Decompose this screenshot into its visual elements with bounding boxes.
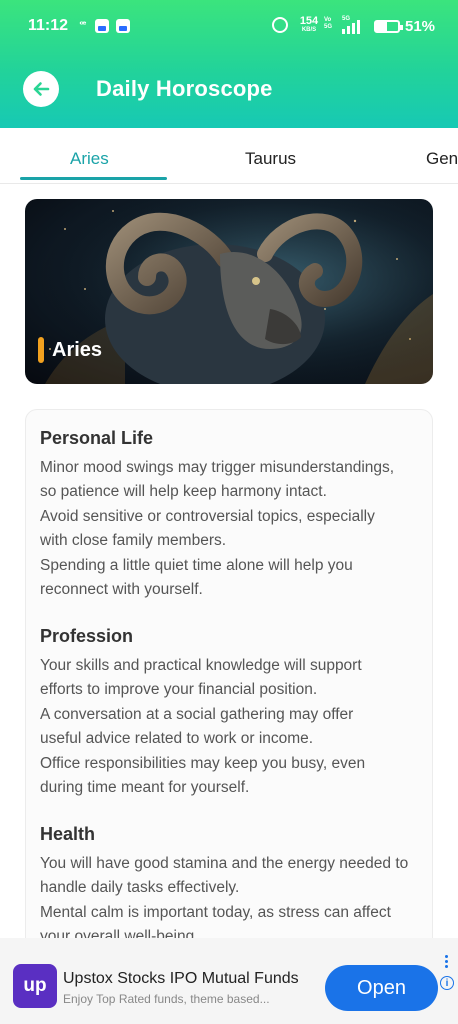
section-health: Health You will have good stamina and th… xyxy=(40,823,426,950)
aries-hero-card: Aries xyxy=(25,199,433,384)
volte-icon: Vo 5G xyxy=(324,17,333,30)
section-body: You will have good stamina and the energ… xyxy=(40,852,426,950)
section-body: Your skills and practical knowledge will… xyxy=(40,654,426,800)
body-line: during time meant for yourself. xyxy=(40,779,250,797)
tab-taurus[interactable]: Taurus xyxy=(245,149,296,169)
body-line: Mental calm is important today, as stres… xyxy=(40,903,391,921)
ad-open-button[interactable]: Open xyxy=(325,965,438,1011)
page-title: Daily Horoscope xyxy=(96,76,273,101)
body-line: Your skills and practical knowledge will… xyxy=(40,657,362,674)
ad-app-logo[interactable]: up xyxy=(13,964,57,1008)
network-speed-unit: KB/S xyxy=(301,27,317,33)
section-title: Profession xyxy=(40,626,134,646)
hero-sign-name: Aries xyxy=(52,338,103,361)
network-speed-value: 154 xyxy=(299,15,319,27)
section-personal-life: Personal Life Minor mood swings may trig… xyxy=(40,427,426,602)
app-notification-icon xyxy=(95,19,109,33)
section-title: Personal Life xyxy=(40,428,154,448)
body-line: with close family members. xyxy=(40,532,227,550)
ad-menu-icon[interactable] xyxy=(445,955,449,970)
section-profession: Profession Your skills and practical kno… xyxy=(40,625,426,800)
info-icon[interactable]: i xyxy=(440,976,454,990)
horoscope-card: Personal Life Minor mood swings may trig… xyxy=(25,409,433,969)
body-line: efforts to improve your financial positi… xyxy=(40,681,318,699)
back-button[interactable] xyxy=(23,71,59,107)
body-line: You will have good stamina and the energ… xyxy=(40,855,409,872)
status-time: 11:12 xyxy=(28,17,69,34)
zodiac-tabs: Aries Taurus Gen xyxy=(0,128,458,184)
body-line: handle daily tasks effectively. xyxy=(40,879,240,897)
body-line: Spending a little quiet time alone will … xyxy=(40,556,353,574)
hero-label: Aries xyxy=(38,337,102,363)
body-line: Avoid sensitive or controversial topics,… xyxy=(40,507,375,525)
body-line: useful advice related to work or income. xyxy=(40,730,314,748)
tab-gemini[interactable]: Gen xyxy=(426,149,458,169)
tab-aries[interactable]: Aries xyxy=(70,149,109,169)
app-notification-icon xyxy=(116,19,130,33)
battery-percent: 51% xyxy=(405,18,436,35)
alarm-icon xyxy=(272,17,288,33)
ad-subtitle: Enjoy Top Rated funds, theme based... xyxy=(63,992,270,1006)
status-bar: 11:12 ꟹ 154 KB/S Vo 5G 5G 51% xyxy=(0,0,458,52)
body-line: so patience will help keep harmony intac… xyxy=(40,483,327,501)
active-tab-indicator xyxy=(20,177,167,180)
body-line: A conversation at a social gathering may… xyxy=(40,705,354,723)
header: 11:12 ꟹ 154 KB/S Vo 5G 5G 51% Daily Horos… xyxy=(0,0,458,128)
signal-icon: 5G xyxy=(342,16,366,34)
notification-icon: ꟹ xyxy=(79,20,87,31)
section-title: Health xyxy=(40,824,96,844)
body-line: Office responsibilities may keep you bus… xyxy=(40,754,366,772)
screen: 11:12 ꟹ 154 KB/S Vo 5G 5G 51% Daily Horos… xyxy=(0,0,458,1024)
arrow-left-icon xyxy=(33,82,50,96)
ad-title[interactable]: Upstox Stocks IPO Mutual Funds xyxy=(63,970,299,988)
network-speed: 154 KB/S xyxy=(297,15,321,34)
hero-marker xyxy=(38,337,44,363)
battery-icon xyxy=(374,20,403,33)
body-line: Minor mood swings may trigger misunderst… xyxy=(40,459,395,476)
section-body: Minor mood swings may trigger misunderst… xyxy=(40,456,426,602)
body-line: reconnect with yourself. xyxy=(40,581,203,599)
